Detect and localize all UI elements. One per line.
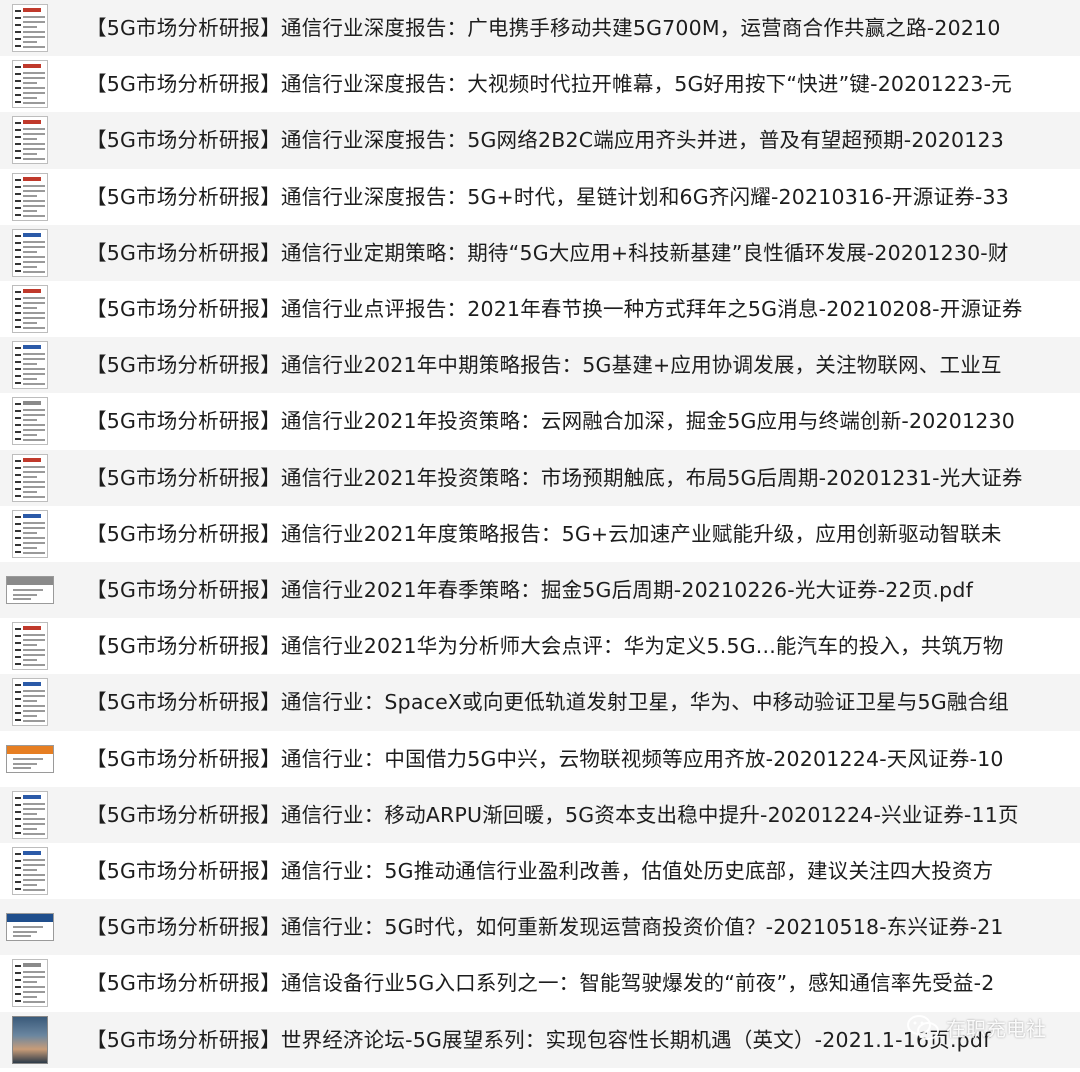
file-row[interactable]: 【5G市场分析研报】通信行业2021年投资策略：云网融合加深，掘金5G应用与终端… [0, 393, 1080, 449]
pdf-document-icon [12, 678, 48, 727]
file-thumbnail[interactable] [4, 509, 56, 558]
file-thumbnail[interactable] [4, 622, 56, 671]
pdf-document-icon [12, 790, 48, 839]
file-row[interactable]: 【5G市场分析研报】通信行业定期策略：期待“5G大应用+科技新基建”良性循环发展… [0, 224, 1080, 281]
file-row[interactable]: 【5G市场分析研报】通信行业：5G推动通信行业盈利改善，估值处历史底部，建议关注… [0, 843, 1080, 899]
file-row[interactable]: 【5G市场分析研报】通信行业2021年度策略报告：5G+云加速产业赋能升级，应用… [0, 506, 1080, 562]
file-thumbnail[interactable] [4, 678, 56, 727]
file-row[interactable]: 【5G市场分析研报】通信行业2021华为分析师大会点评：华为定义5.5G...能… [0, 618, 1080, 674]
file-name[interactable]: 【5G市场分析研报】通信行业2021年投资策略：市场预期触底，布局5G后周期-2… [86, 450, 1023, 506]
file-thumbnail[interactable] [4, 790, 56, 839]
file-name[interactable]: 【5G市场分析研报】通信行业2021华为分析师大会点评：华为定义5.5G...能… [86, 618, 1004, 674]
file-name[interactable]: 【5G市场分析研报】通信行业2021年中期策略报告：5G基建+应用协调发展，关注… [86, 337, 1002, 393]
file-name[interactable]: 【5G市场分析研报】通信行业深度报告：5G+时代，星链计划和6G齐闪耀-2021… [86, 169, 1009, 225]
file-name[interactable]: 【5G市场分析研报】通信设备行业5G入口系列之一：智能驾驶爆发的“前夜”，感知通… [86, 955, 994, 1011]
file-row[interactable]: 【5G市场分析研报】通信行业深度报告：5G网络2B2C端应用齐头并进，普及有望超… [0, 112, 1080, 169]
file-row[interactable]: 【5G市场分析研报】通信行业：中国借力5G中兴，云物联视频等应用齐放-20201… [0, 731, 1080, 787]
pdf-document-icon [12, 228, 48, 277]
pdf-document-icon [12, 847, 48, 895]
file-thumbnail[interactable] [4, 172, 56, 221]
file-name[interactable]: 【5G市场分析研报】通信行业深度报告：广电携手移动共建5G700M，运营商合作共… [86, 0, 1001, 56]
pdf-document-icon [12, 116, 48, 165]
file-name[interactable]: 【5G市场分析研报】通信行业深度报告：5G网络2B2C端应用齐头并进，普及有望超… [86, 112, 1004, 168]
pdf-landscape-icon [6, 744, 54, 773]
file-row[interactable]: 【5G市场分析研报】通信行业深度报告：大视频时代拉开帷幕，5G好用按下“快进”键… [0, 56, 1080, 112]
pdf-document-icon [12, 285, 48, 333]
file-thumbnail[interactable] [4, 903, 56, 951]
file-name[interactable]: 【5G市场分析研报】通信行业2021年度策略报告：5G+云加速产业赋能升级，应用… [86, 506, 1002, 562]
file-thumbnail[interactable] [4, 285, 56, 333]
file-row[interactable]: 【5G市场分析研报】通信行业2021年投资策略：市场预期触底，布局5G后周期-2… [0, 449, 1080, 506]
watermark: 在职充电社 [906, 1013, 1046, 1042]
file-name[interactable]: 【5G市场分析研报】通信行业：5G推动通信行业盈利改善，估值处历史底部，建议关注… [86, 843, 993, 899]
file-thumbnail[interactable] [4, 1015, 56, 1064]
pdf-document-icon [12, 4, 48, 52]
file-name[interactable]: 【5G市场分析研报】通信行业：移动ARPU渐回暖，5G资本支出稳中提升-2020… [86, 787, 1019, 843]
file-name[interactable]: 【5G市场分析研报】通信行业2021年投资策略：云网融合加深，掘金5G应用与终端… [86, 393, 1015, 449]
file-thumbnail[interactable] [4, 847, 56, 895]
file-name[interactable]: 【5G市场分析研报】通信行业深度报告：大视频时代拉开帷幕，5G好用按下“快进”键… [86, 56, 1012, 112]
pdf-document-icon [12, 397, 48, 446]
file-name[interactable]: 【5G市场分析研报】世界经济论坛-5G展望系列：实现包容性长期机遇（英文）-20… [86, 1012, 991, 1068]
pdf-document-icon [12, 341, 48, 390]
file-row[interactable]: 【5G市场分析研报】通信行业点评报告：2021年春节换一种方式拜年之5G消息-2… [0, 281, 1080, 337]
file-row[interactable]: 【5G市场分析研报】通信行业：SpaceX或向更低轨道发射卫星，华为、中移动验证… [0, 674, 1080, 731]
file-row[interactable]: 【5G市场分析研报】通信行业：移动ARPU渐回暖，5G资本支出稳中提升-2020… [0, 786, 1080, 843]
file-name[interactable]: 【5G市场分析研报】通信行业2021年春季策略：掘金5G后周期-20210226… [86, 562, 973, 618]
pdf-cover-photo-icon [12, 1015, 48, 1064]
file-thumbnail[interactable] [4, 228, 56, 277]
file-thumbnail[interactable] [4, 735, 56, 783]
file-thumbnail[interactable] [4, 397, 56, 446]
file-thumbnail[interactable] [4, 60, 56, 109]
file-row[interactable]: 【5G市场分析研报】通信行业2021年春季策略：掘金5G后周期-20210226… [0, 562, 1080, 619]
file-row[interactable]: 【5G市场分析研报】通信行业：5G时代，如何重新发现运营商投资价值？-20210… [0, 899, 1080, 956]
pdf-document-icon [12, 959, 48, 1008]
file-thumbnail[interactable] [4, 566, 56, 614]
file-name[interactable]: 【5G市场分析研报】通信行业：5G时代，如何重新发现运营商投资价值？-20210… [86, 899, 1004, 955]
wechat-icon [907, 1014, 939, 1040]
file-thumbnail[interactable] [4, 341, 56, 390]
file-name[interactable]: 【5G市场分析研报】通信行业：中国借力5G中兴，云物联视频等应用齐放-20201… [86, 731, 1004, 787]
pdf-document-icon [12, 60, 48, 109]
file-row[interactable]: 【5G市场分析研报】通信设备行业5G入口系列之一：智能驾驶爆发的“前夜”，感知通… [0, 955, 1080, 1011]
file-row[interactable]: 【5G市场分析研报】通信行业深度报告：5G+时代，星链计划和6G齐闪耀-2021… [0, 169, 1080, 225]
file-name[interactable]: 【5G市场分析研报】通信行业定期策略：期待“5G大应用+科技新基建”良性循环发展… [86, 225, 1009, 281]
watermark-text: 在职充电社 [946, 1017, 1046, 1041]
file-name[interactable]: 【5G市场分析研报】通信行业点评报告：2021年春节换一种方式拜年之5G消息-2… [86, 281, 1023, 337]
pdf-landscape-icon [6, 913, 54, 942]
file-thumbnail[interactable] [4, 959, 56, 1008]
pdf-document-icon [12, 453, 48, 502]
file-thumbnail[interactable] [4, 4, 56, 52]
file-row[interactable]: 【5G市场分析研报】通信行业2021年中期策略报告：5G基建+应用协调发展，关注… [0, 337, 1080, 394]
file-thumbnail[interactable] [4, 116, 56, 165]
file-name[interactable]: 【5G市场分析研报】通信行业：SpaceX或向更低轨道发射卫星，华为、中移动验证… [86, 674, 1009, 730]
file-row[interactable]: 【5G市场分析研报】通信行业深度报告：广电携手移动共建5G700M，运营商合作共… [0, 0, 1080, 57]
pdf-document-icon [12, 622, 48, 671]
pdf-landscape-icon [6, 576, 54, 604]
file-thumbnail[interactable] [4, 453, 56, 502]
pdf-document-icon [12, 172, 48, 221]
file-list: 【5G市场分析研报】通信行业深度报告：广电携手移动共建5G700M，运营商合作共… [0, 0, 1080, 1072]
pdf-document-icon [12, 509, 48, 558]
